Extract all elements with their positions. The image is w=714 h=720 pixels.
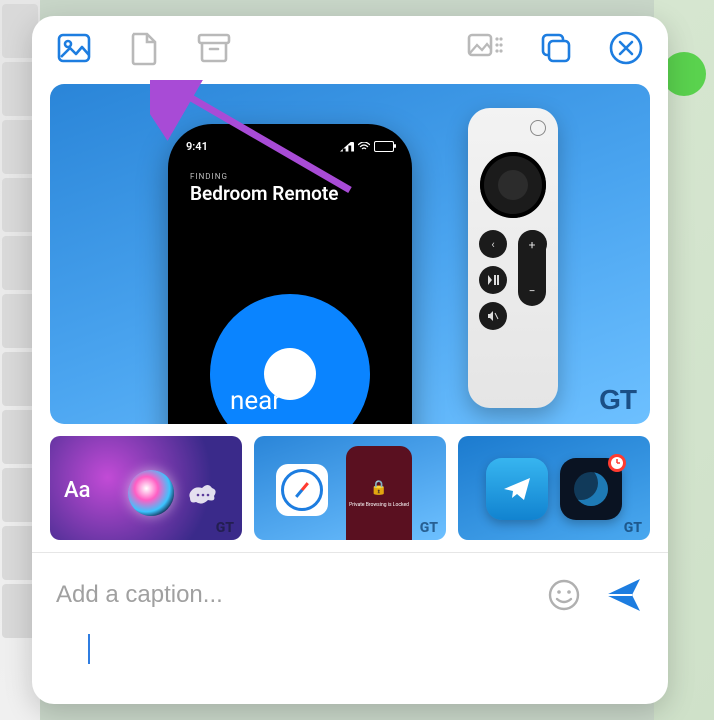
power-icon bbox=[530, 120, 546, 136]
thumbnail-item[interactable]: 🔒 Private Browsing is Locked GT bbox=[254, 436, 446, 540]
thumbnail-item[interactable]: Aa GT bbox=[50, 436, 242, 540]
mute-icon bbox=[479, 302, 507, 330]
mock-phone: 9:41 FINDING Bedroom Remote bbox=[168, 124, 412, 424]
archive-button[interactable] bbox=[194, 28, 234, 68]
attachment-panel: 9:41 FINDING Bedroom Remote near bbox=[32, 16, 668, 704]
lock-icon: 🔒 bbox=[370, 480, 387, 496]
finding-label: FINDING bbox=[190, 172, 228, 181]
speak-icon bbox=[186, 476, 220, 510]
caption-input[interactable] bbox=[54, 580, 526, 610]
emoji-button[interactable] bbox=[542, 573, 586, 617]
volume-rocker: +− bbox=[518, 230, 546, 306]
siri-orb-icon bbox=[128, 470, 174, 516]
mock-apple-tv-remote: ‹ +− bbox=[468, 108, 558, 408]
phone-status-icons bbox=[340, 140, 394, 153]
send-as-file-button[interactable] bbox=[124, 28, 164, 68]
selected-image-preview[interactable]: 9:41 FINDING Bedroom Remote near bbox=[50, 84, 650, 424]
thumbnail-item[interactable]: GT bbox=[458, 436, 650, 540]
caption-bar bbox=[32, 552, 668, 635]
watermark: GT bbox=[216, 520, 234, 536]
telegram-app-icon bbox=[486, 458, 548, 520]
close-button[interactable] bbox=[606, 28, 646, 68]
group-media-button[interactable] bbox=[466, 28, 506, 68]
media-area: 9:41 FINDING Bedroom Remote near bbox=[32, 72, 668, 424]
attachment-toolbar bbox=[32, 16, 668, 72]
send-as-photo-button[interactable] bbox=[54, 28, 94, 68]
text-cursor bbox=[88, 634, 90, 664]
chat-avatar bbox=[662, 52, 706, 96]
device-name: Bedroom Remote bbox=[190, 182, 338, 205]
phone-time: 9:41 bbox=[186, 140, 208, 153]
watermark: GT bbox=[624, 520, 642, 536]
watermark: GT bbox=[599, 384, 636, 416]
thumbnail-row: Aa GT 🔒 Private Browsing is Locked GT bbox=[32, 424, 668, 540]
playpause-icon bbox=[479, 266, 507, 294]
notification-badge bbox=[608, 454, 626, 472]
send-button[interactable] bbox=[602, 573, 646, 617]
text-size-label: Aa bbox=[64, 478, 90, 503]
safari-app-icon bbox=[276, 464, 328, 516]
copy-button[interactable] bbox=[536, 28, 576, 68]
back-button-icon: ‹ bbox=[479, 230, 507, 258]
watermark: GT bbox=[420, 520, 438, 536]
mini-phone: 🔒 Private Browsing is Locked bbox=[346, 446, 412, 540]
lock-text: Private Browsing is Locked bbox=[349, 502, 409, 508]
clickpad bbox=[480, 152, 546, 218]
proximity-label: near bbox=[230, 386, 281, 416]
moon-icon bbox=[574, 472, 608, 506]
do-not-disturb-app-icon bbox=[560, 458, 622, 520]
